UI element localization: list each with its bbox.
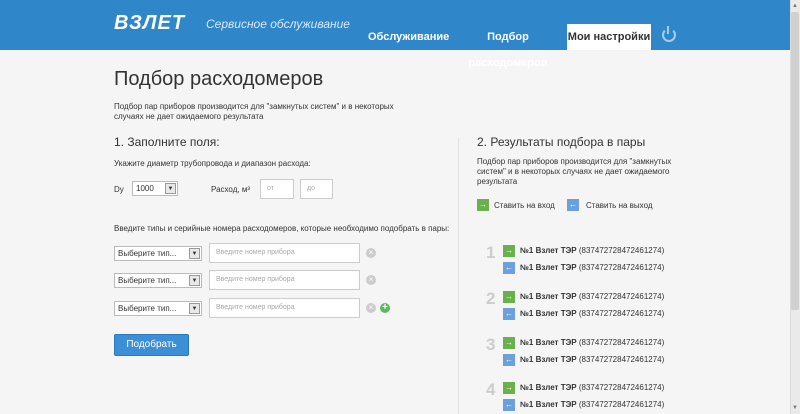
device-name: №1 Взлет ТЭР xyxy=(520,292,577,301)
device-name: №1 Взлет ТЭР xyxy=(520,263,577,272)
scrollbar-thumb[interactable] xyxy=(791,12,799,310)
type-select[interactable]: Выберите тип... ▼ xyxy=(114,246,202,261)
dy-value: 1000 xyxy=(136,184,154,193)
legend-out: Ставить на выход xyxy=(586,201,653,210)
column-divider xyxy=(458,138,459,414)
nav-maintenance[interactable]: Обслуживание xyxy=(368,24,449,50)
device-name: №1 Взлет ТЭР xyxy=(520,338,577,347)
select-pairs-button[interactable]: Подобрать xyxy=(114,334,189,356)
diameter-prompt: Укажите диаметр трубопровода и диапазон … xyxy=(114,159,311,168)
clear-icon[interactable]: × xyxy=(366,303,376,313)
device-name: №1 Взлет ТЭР xyxy=(520,309,577,318)
arrow-left-icon: ← xyxy=(503,354,515,366)
device-name: №1 Взлет ТЭР xyxy=(520,246,577,255)
clear-icon[interactable]: × xyxy=(366,248,376,258)
device-serial: (837472728472461274) xyxy=(578,309,665,318)
chevron-down-icon: ▼ xyxy=(165,183,176,194)
device-serial: (837472728472461274) xyxy=(578,355,665,364)
device-serial: (837472728472461274) xyxy=(578,338,665,347)
section-heading-fill: 1. Заполните поля: xyxy=(114,135,220,149)
serial-number-input[interactable]: Введите номер прибора xyxy=(209,243,360,263)
pair-number: 2 xyxy=(486,289,496,308)
device-serial: (837472728472461274) xyxy=(578,292,665,301)
chevron-down-icon: ▼ xyxy=(189,303,200,314)
device-serial: (837472728472461274) xyxy=(578,400,665,409)
device-serial: (837472728472461274) xyxy=(578,263,665,272)
dy-select[interactable]: 1000 ▼ xyxy=(132,181,178,196)
flow-from-input[interactable]: от xyxy=(260,179,294,199)
power-icon[interactable] xyxy=(662,26,676,42)
type-select[interactable]: Выберите тип... ▼ xyxy=(114,301,202,316)
logo[interactable]: ВЗЛЕТ xyxy=(114,12,185,35)
arrow-right-icon: → xyxy=(503,291,515,303)
results-note: Подбор пар приборов производится для "за… xyxy=(477,157,672,186)
device-serial: (837472728472461274) xyxy=(578,383,665,392)
serial-number-input[interactable]: Введите номер прибора xyxy=(209,270,360,290)
legend-in: Ставить на вход xyxy=(494,201,555,210)
device-name: №1 Взлет ТЭР xyxy=(520,383,577,392)
types-prompt: Введите типы и серийные номера расходоме… xyxy=(114,224,450,233)
pair-number: 4 xyxy=(486,380,496,399)
arrow-right-icon: → xyxy=(503,337,515,349)
chevron-down-icon: ▼ xyxy=(189,275,200,286)
device-name: №1 Взлет ТЭР xyxy=(520,355,577,364)
scroll-up-icon[interactable]: ▲ xyxy=(791,2,799,10)
flow-to-input[interactable]: до xyxy=(300,179,333,199)
chevron-down-icon: ▼ xyxy=(189,248,200,259)
type-select[interactable]: Выберите тип... ▼ xyxy=(114,273,202,288)
scroll-down-icon[interactable]: ▼ xyxy=(791,404,799,412)
arrow-left-icon: ← xyxy=(503,308,515,320)
page-lead: Подбор пар приборов производится для "за… xyxy=(114,102,394,121)
arrow-right-icon: → xyxy=(477,199,489,211)
pair-number: 3 xyxy=(486,335,496,354)
serial-number-input[interactable]: Введите номер прибора xyxy=(209,298,360,318)
device-serial: (837472728472461274) xyxy=(578,246,665,255)
pair-number: 1 xyxy=(486,243,496,262)
arrow-right-icon: → xyxy=(503,245,515,257)
dy-label: Dy xyxy=(114,185,124,194)
arrow-right-icon: → xyxy=(503,382,515,394)
nav-flowmeter-selection[interactable]: Подбор расходомеров xyxy=(452,24,564,69)
device-name: №1 Взлет ТЭР xyxy=(520,400,577,409)
clear-icon[interactable]: × xyxy=(366,275,376,285)
header-subtitle: Сервисное обслуживание xyxy=(206,17,350,31)
arrow-left-icon: ← xyxy=(503,262,515,274)
arrow-left-icon: ← xyxy=(567,199,579,211)
arrow-left-icon: ← xyxy=(503,399,515,411)
type-select-value: Выберите тип... xyxy=(118,304,177,313)
page-title: Подбор расходомеров xyxy=(114,68,324,90)
nav-my-settings[interactable]: Мои настройки xyxy=(567,24,651,50)
add-icon[interactable]: + xyxy=(380,303,390,313)
type-select-value: Выберите тип... xyxy=(118,249,177,258)
type-select-value: Выберите тип... xyxy=(118,276,177,285)
flow-label: Расход, м³ xyxy=(211,185,250,194)
section-heading-results: 2. Результаты подбора в пары xyxy=(477,135,646,149)
